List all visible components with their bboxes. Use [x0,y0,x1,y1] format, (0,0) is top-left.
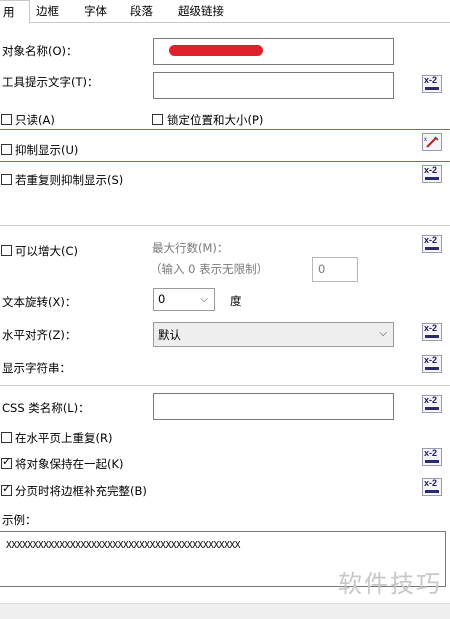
can-grow-label: 可以增大(C) [15,244,79,258]
tab-hyperlink[interactable]: 超级链接 [174,0,228,22]
tooltip-label: 工具提示文字(T)： [2,75,99,89]
tab-paragraph[interactable]: 段落 [126,0,157,22]
can-grow-checkbox[interactable] [1,245,12,256]
suppress-checkbox[interactable] [1,144,12,155]
repeat-horiz-checkbox[interactable] [1,432,12,443]
max-lines-label: 最大行数(M)： [152,241,229,255]
tab-font[interactable]: 字体 [80,0,111,22]
svg-text:x: x [424,137,427,143]
section-divider [0,129,450,130]
pencil-icon: x [424,136,439,148]
formula-icon[interactable]: x-2 [422,355,442,373]
sample-label: 示例： [2,513,37,527]
display-string-label: 显示字符串： [2,361,71,375]
readonly-label: 只读(A) [15,113,55,127]
formula-edit-icon[interactable]: x [422,133,442,151]
chevron-down-icon: ⌵ [379,328,387,339]
lock-position-label: 锁定位置和大小(P) [167,113,264,127]
horiz-align-select[interactable]: 默认 ⌵ [153,322,394,347]
button-strip [0,603,450,619]
tab-border[interactable]: 边框 [32,0,63,22]
object-name-input[interactable] [153,38,394,65]
css-class-label: CSS 类名称(L)： [2,401,90,415]
rotation-select[interactable]: 0 ⌵ [153,288,215,311]
repeat-horiz-label: 在水平页上重复(R) [15,431,113,445]
suppress-label: 抑制显示(U) [15,143,79,157]
watermark: 软件技巧 [338,570,442,598]
section-divider [0,225,450,226]
keep-together-label: 将对象保持在一起(K) [15,457,124,471]
formula-icon[interactable]: x-2 [422,395,442,413]
suppress-if-dup-checkbox[interactable] [1,174,12,185]
redacted-value [169,45,263,56]
tab-bar: 用 边框 字体 段落 超级链接 [0,0,450,24]
max-lines-hint: （输入 0 表示无限制） [150,262,269,276]
formula-icon[interactable]: x-2 [422,235,442,253]
keep-together-checkbox[interactable]: ✓ [1,455,12,469]
formula-icon[interactable]: x-2 [422,165,442,183]
readonly-checkbox[interactable] [1,114,12,125]
formula-icon[interactable]: x-2 [422,323,442,341]
close-border-label: 分页时将边框补充完整(B) [15,484,147,498]
chevron-down-icon: ⌵ [200,294,208,305]
formula-icon[interactable]: x-2 [422,448,442,466]
close-border-checkbox[interactable]: ✓ [1,482,12,496]
section-divider [0,161,450,162]
section-divider [0,385,450,386]
suppress-if-dup-label: 若重复则抑制显示(S) [15,173,124,187]
degrees-label: 度 [230,294,242,308]
max-lines-input[interactable]: 0 [312,257,358,282]
lock-position-checkbox[interactable] [152,114,163,125]
css-class-input[interactable] [153,393,394,420]
sample-text: XXXXXXXXXXXXXXXXXXXXXXXXXXXXXXXXXXXXXXXX… [6,540,241,551]
formula-icon[interactable]: x-2 [422,75,442,93]
object-name-label: 对象名称(O)： [2,44,78,58]
rotation-label: 文本旋转(X)： [2,295,77,309]
tooltip-input[interactable] [153,72,394,99]
tab-common[interactable]: 用 [0,0,30,24]
formula-icon[interactable]: x-2 [422,478,442,496]
horiz-align-label: 水平对齐(Z)： [2,328,77,342]
